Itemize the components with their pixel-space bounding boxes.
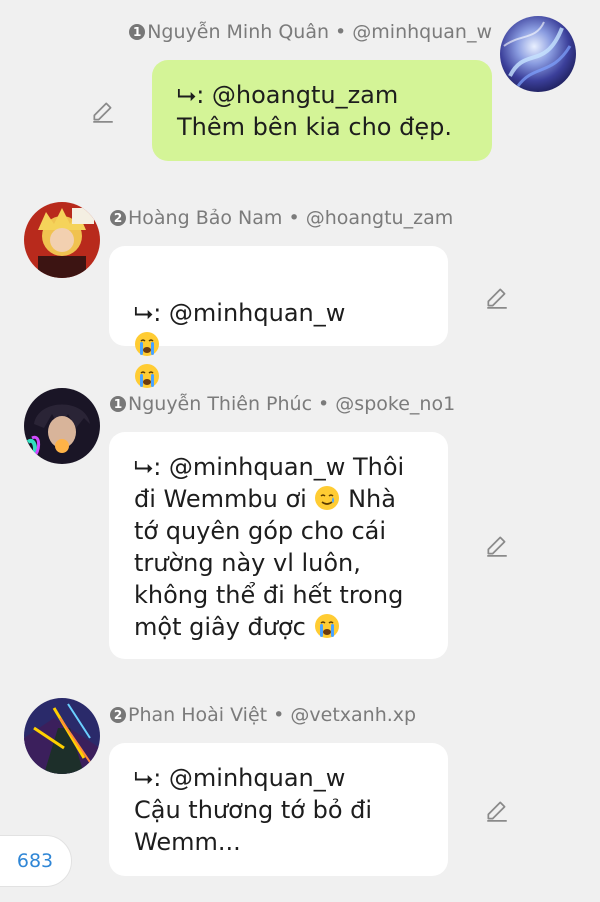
message-counter[interactable]: 683 (0, 835, 72, 887)
crying-face-emoji (135, 332, 159, 356)
message-header: 2 Phan Hoài Việt • @vetxanh.xp (110, 703, 416, 727)
message-bubble: ⮡: @minhquan_w Thôi đi Wemmbu ơi Nhà tớ … (109, 432, 448, 659)
author-and-handle: Nguyễn Thiên Phúc • @spoke_no1 (128, 393, 456, 415)
message-bubble: ⮡: @minhquan_w Cậu thương tớ bỏ đi Wemm.… (109, 743, 448, 876)
crying-face-emoji (135, 364, 159, 388)
rank-badge: 1 (129, 24, 146, 40)
edit-icon[interactable] (90, 98, 116, 124)
author-and-handle: Phan Hoài Việt • @vetxanh.xp (128, 704, 417, 726)
chat-thread: 1 Nguyễn Minh Quân • @minhquan_w ⮡: @hoan… (0, 0, 600, 902)
crying-face-emoji (314, 614, 339, 638)
message-bubble: ⮡: @minhquan_w (109, 246, 448, 484)
rank-badge: 2 (110, 210, 126, 226)
smiling-face-with-tear-emoji (315, 486, 340, 510)
avatar[interactable] (500, 16, 576, 92)
avatar[interactable] (24, 698, 100, 774)
message-header: 1 Nguyễn Minh Quân • @minhquan_w (129, 20, 492, 44)
message-bubble: ⮡: @hoangtu_zam Thêm bên kia cho đẹp. (152, 60, 492, 161)
edit-icon[interactable] (484, 797, 510, 823)
rank-badge: 1 (110, 396, 126, 412)
message-header: 2 Hoàng Bảo Nam • @hoangtu_zam (110, 206, 453, 230)
edit-icon[interactable] (484, 532, 510, 558)
edit-icon[interactable] (484, 284, 510, 310)
rank-badge: 2 (110, 707, 126, 723)
message-header: 1 Nguyễn Thiên Phúc • @spoke_no1 (110, 392, 455, 416)
author-and-handle: Nguyễn Minh Quân • @minhquan_w (147, 21, 492, 43)
avatar[interactable] (24, 202, 100, 278)
message-text: ⮡: @minhquan_w (134, 299, 346, 327)
author-and-handle: Hoàng Bảo Nam • @hoangtu_zam (128, 207, 454, 229)
avatar[interactable] (24, 388, 100, 464)
